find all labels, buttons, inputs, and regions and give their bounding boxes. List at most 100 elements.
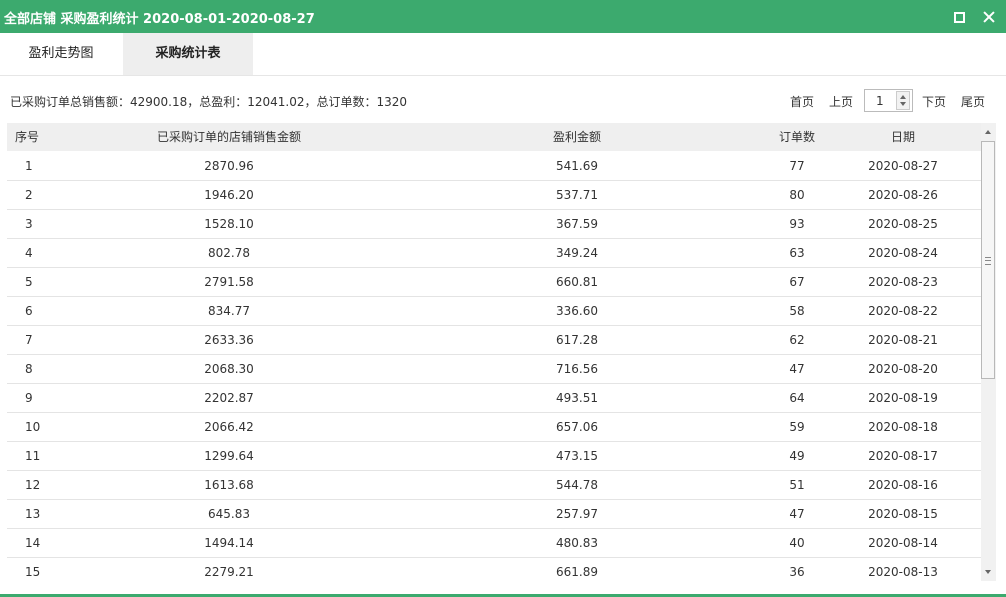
cell-seq: 3 [25,217,33,231]
cell-profit: 473.15 [556,449,598,463]
spinner-down-icon[interactable] [900,102,906,106]
cell-profit: 661.89 [556,565,598,579]
tab-purchase-table[interactable]: 采购统计表 [123,33,253,75]
scroll-down-icon[interactable] [985,570,991,574]
cell-profit: 657.06 [556,420,598,434]
header-profit: 盈利金额 [552,130,601,144]
cell-orders: 64 [789,391,805,405]
cell-orders: 58 [789,304,805,318]
cell-sales: 802.78 [208,246,250,260]
cell-profit: 617.28 [556,333,598,347]
cell-profit: 660.81 [556,275,598,289]
tab-profit-trend[interactable]: 盈利走势图 [0,33,122,75]
cell-sales: 2633.36 [204,333,254,347]
table-row[interactable]: 8 2068.30 716.56 47 2020-08-20 [7,355,981,384]
cell-date: 2020-08-14 [868,536,938,550]
cell-profit: 493.51 [556,391,598,405]
cell-seq: 4 [25,246,33,260]
cell-profit: 257.97 [556,507,598,521]
cell-orders: 62 [789,333,805,347]
pager: 首页 上页 下页 尾页 [0,89,1006,113]
cell-date: 2020-08-24 [868,246,938,260]
cell-seq: 7 [25,333,33,347]
cell-orders: 77 [789,159,805,173]
next-page-link[interactable]: 下页 [922,93,946,110]
cell-sales: 834.77 [208,304,250,318]
cell-sales: 2791.58 [204,275,254,289]
cell-orders: 67 [789,275,805,289]
table-row[interactable]: 1 2870.96 541.69 77 2020-08-27 [7,152,981,181]
cell-seq: 13 [25,507,41,521]
header-seq: 序号 [15,130,40,144]
vertical-scrollbar[interactable] [981,123,996,581]
cell-profit: 544.78 [556,478,598,492]
cell-sales: 1946.20 [204,188,254,202]
cell-seq: 11 [25,449,41,463]
cell-seq: 10 [25,420,41,434]
cell-sales: 2202.87 [204,391,254,405]
cell-date: 2020-08-25 [868,217,938,231]
cell-date: 2020-08-22 [868,304,938,318]
cell-seq: 6 [25,304,33,318]
cell-orders: 59 [789,420,805,434]
cell-sales: 2066.42 [204,420,254,434]
scroll-thumb[interactable] [981,141,995,379]
table-row[interactable]: 13 645.83 257.97 47 2020-08-15 [7,500,981,529]
spinner-up-icon[interactable] [900,95,906,99]
cell-date: 2020-08-20 [868,362,938,376]
cell-seq: 2 [25,188,33,202]
table-row[interactable]: 6 834.77 336.60 58 2020-08-22 [7,297,981,326]
cell-seq: 12 [25,478,41,492]
page-number-input[interactable] [865,90,895,111]
prev-page-link[interactable]: 上页 [829,93,853,110]
first-page-link[interactable]: 首页 [790,93,814,110]
cell-profit: 716.56 [556,362,598,376]
cell-sales: 1613.68 [204,478,254,492]
cell-sales: 1299.64 [204,449,254,463]
cell-seq: 9 [25,391,33,405]
cell-seq: 14 [25,536,41,550]
cell-profit: 336.60 [556,304,598,318]
cell-seq: 15 [25,565,41,579]
cell-date: 2020-08-26 [868,188,938,202]
table-row[interactable]: 5 2791.58 660.81 67 2020-08-23 [7,268,981,297]
table-row[interactable]: 11 1299.64 473.15 49 2020-08-17 [7,442,981,471]
cell-orders: 47 [789,507,805,521]
header-sales: 已采购订单的店铺销售金额 [157,130,302,144]
cell-sales: 2279.21 [204,565,254,579]
cell-sales: 2870.96 [204,159,254,173]
table-row[interactable]: 14 1494.14 480.83 40 2020-08-14 [7,529,981,558]
cell-orders: 49 [789,449,805,463]
data-grid: 序号 已采购订单的店铺销售金额 盈利金额 订单数 日期 1 2870.96 541.… [7,123,996,581]
table-row[interactable]: 3 1528.10 367.59 93 2020-08-25 [7,210,981,239]
table-row[interactable]: 12 1613.68 544.78 51 2020-08-16 [7,471,981,500]
table-row[interactable]: 15 2279.21 661.89 36 2020-08-13 [7,558,981,581]
table-row[interactable]: 10 2066.42 657.06 59 2020-08-18 [7,413,981,442]
cell-orders: 63 [789,246,805,260]
table-header: 序号 已采购订单的店铺销售金额 盈利金额 订单数 日期 [7,123,981,151]
cell-orders: 47 [789,362,805,376]
cell-date: 2020-08-16 [868,478,938,492]
title-bar: 全部店铺 采购盈利统计 2020-08-01-2020-08-27 [0,0,1006,33]
table-row[interactable]: 9 2202.87 493.51 64 2020-08-19 [7,384,981,413]
scroll-up-icon[interactable] [985,130,991,134]
table-row[interactable]: 4 802.78 349.24 63 2020-08-24 [7,239,981,268]
table-row[interactable]: 2 1946.20 537.71 80 2020-08-26 [7,181,981,210]
maximize-icon[interactable] [952,10,966,24]
grip-icon [985,257,991,265]
cell-date: 2020-08-15 [868,507,938,521]
cell-profit: 349.24 [556,246,598,260]
cell-profit: 367.59 [556,217,598,231]
cell-sales: 1528.10 [204,217,254,231]
table-row[interactable]: 7 2633.36 617.28 62 2020-08-21 [7,326,981,355]
cell-date: 2020-08-17 [868,449,938,463]
cell-profit: 537.71 [556,188,598,202]
window-title: 全部店铺 采购盈利统计 2020-08-01-2020-08-27 [4,12,315,27]
cell-date: 2020-08-27 [868,159,938,173]
close-icon[interactable] [982,10,996,24]
cell-orders: 40 [789,536,805,550]
last-page-link[interactable]: 尾页 [961,93,985,110]
tab-bar: 盈利走势图 采购统计表 [0,33,1006,76]
cell-orders: 80 [789,188,805,202]
table-body: 1 2870.96 541.69 77 2020-08-27 2 1946.20 537.71… [7,152,981,581]
